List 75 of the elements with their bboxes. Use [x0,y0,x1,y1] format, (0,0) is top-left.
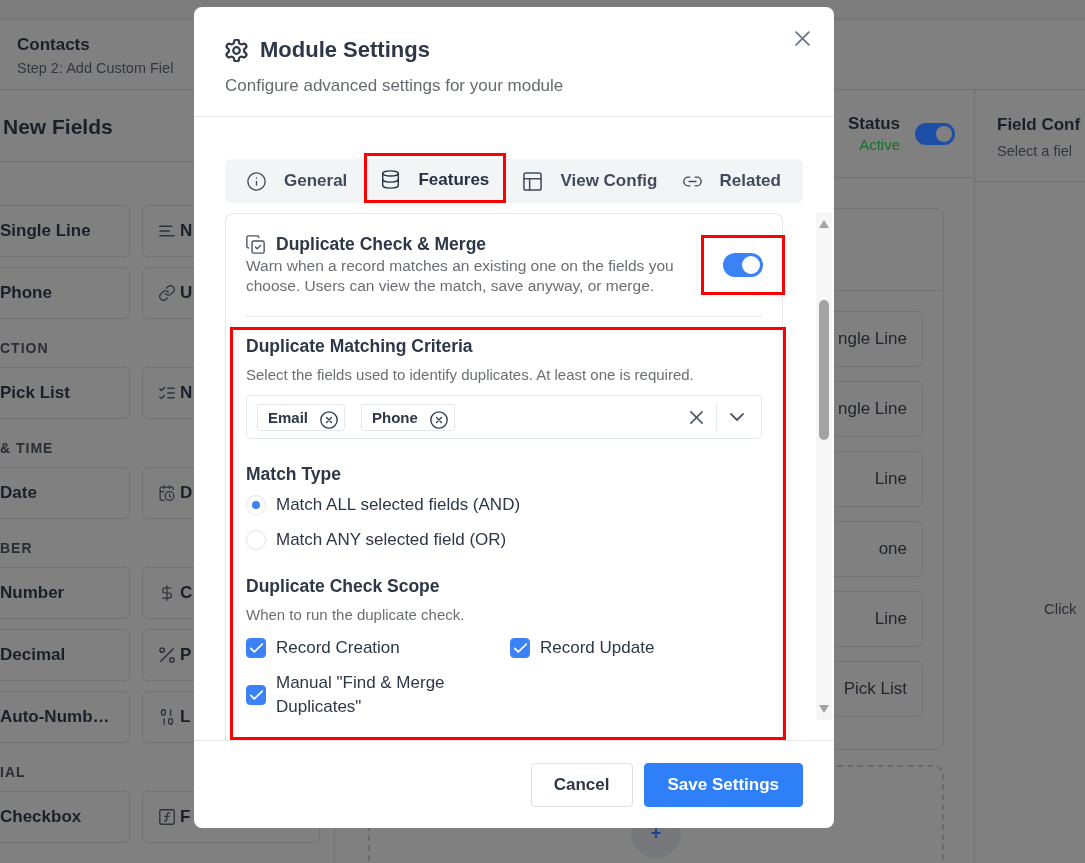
close-icon[interactable] [795,31,810,46]
remove-icon[interactable] [320,411,339,429]
copy-check-icon [246,234,265,254]
option-label: Match ANY selected field (OR) [276,528,507,551]
radio-button[interactable] [246,494,266,515]
checkmark-icon [249,643,263,653]
status-label: Status [848,112,900,135]
field-type-button[interactable]: Pick List [0,367,130,419]
panel-subtitle: Select a fiel [997,142,1072,161]
field-type-button[interactable]: Checkbox [0,791,130,843]
checkbox[interactable] [510,638,530,658]
panel-title: New Fields [3,114,113,140]
dialog-title: Module Settings [260,37,430,63]
empty-hint: Click [1044,599,1077,619]
option-label: Record Creation [276,637,400,659]
feature-description: Warn when a record matches an existing one on the fields you choose. Users can view the match, save anyway, or merge. [246,256,675,296]
scrollbar[interactable] [816,213,832,720]
chip-label: Email [268,408,309,426]
status-toggle[interactable] [915,122,955,145]
section-title: Duplicate Matching Criteria [246,336,473,356]
tab[interactable]: General [239,159,356,203]
remove-icon[interactable] [429,411,448,429]
dialog-subtitle: Configure advanced settings for your module [225,75,564,97]
scroll-down-icon[interactable] [819,705,829,713]
clear-icon[interactable] [690,410,703,424]
option-label: Record Update [540,637,655,659]
field-type-button[interactable]: Date [0,467,130,519]
page-title: Contacts [17,34,90,56]
tab[interactable]: Related [674,159,789,203]
tab[interactable]: Features [373,159,498,200]
section-help: Select the fields used to identify duplicates. At least one is required. [246,365,694,385]
feature-title: Duplicate Check & Merge [276,234,487,254]
checkmark-icon [249,690,263,700]
dollar-sign-icon [159,585,175,601]
layout-icon [523,171,543,191]
option-label: Match ALL selected fields (AND) [276,493,521,516]
scrollbar-thumb[interactable] [819,300,829,440]
field-type-button[interactable]: Decimal [0,629,130,681]
calendar-clock-icon [159,485,175,501]
function-icon [159,809,175,825]
checkbox[interactable] [246,638,266,658]
section-label: IAL [0,763,26,781]
chevron-down-icon[interactable] [730,413,744,421]
checkmark-icon [513,643,527,653]
section-help: When to run the duplicate check. [246,605,465,625]
section-label: & TIME [0,439,54,457]
field-type-button[interactable]: Phone [0,267,130,319]
page-subtitle: Step 2: Add Custom Fiel [17,59,174,78]
scroll-up-icon[interactable] [819,220,829,228]
primary-button[interactable]: Save Settings [643,762,803,807]
field-type-button[interactable]: Number [0,567,130,619]
text-lines-icon [159,223,175,239]
section-label: BER [0,539,33,557]
status-value: Active [859,134,900,155]
info-icon [247,171,266,191]
checkbox[interactable] [246,685,266,705]
link-icon [159,285,175,301]
tab[interactable]: View Config [515,159,666,203]
toggle-switch[interactable] [723,253,763,277]
digits-icon [159,709,175,725]
section-title: Match Type [246,464,341,484]
multi-select-field[interactable]: Email Phone [246,395,762,439]
option-label: Manual "Find & Merge Duplicates" [276,672,446,718]
field-type-button[interactable]: Auto-Numb… [0,691,130,743]
section-title: Duplicate Check Scope [246,576,440,596]
secondary-button[interactable]: Cancel [530,762,633,807]
database-icon [381,170,401,189]
chip-label: Phone [372,408,418,426]
panel-title: Field Conf [997,114,1081,136]
section-label: CTION [0,339,49,357]
radio-button[interactable] [246,529,266,550]
percent-icon [159,647,175,663]
settings-icon [225,38,248,62]
field-type-button[interactable]: Single Line [0,205,130,257]
checklist-icon [159,385,175,401]
